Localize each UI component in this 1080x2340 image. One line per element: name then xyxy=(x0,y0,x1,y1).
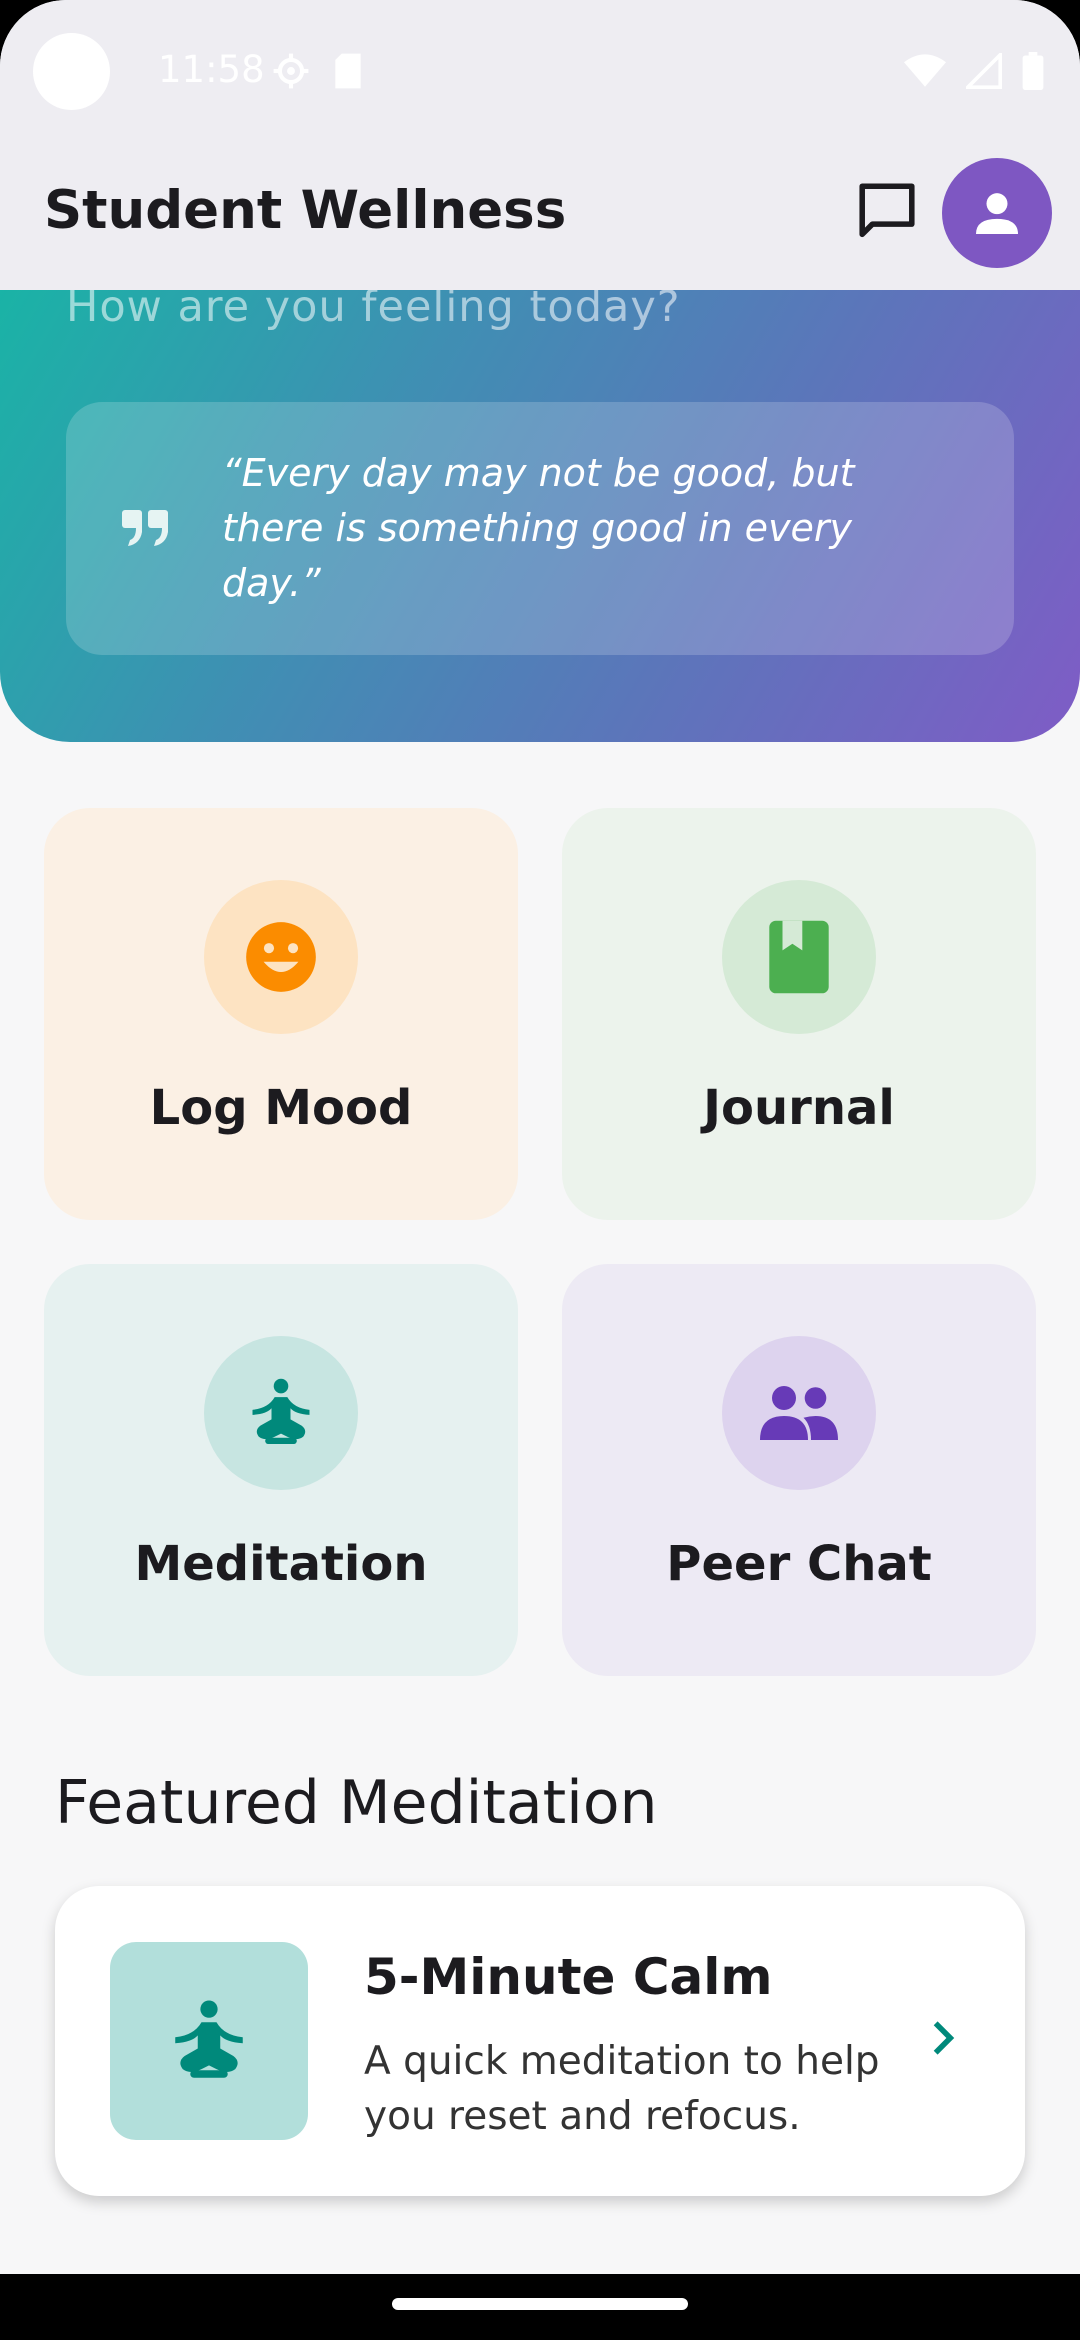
camera-cutout xyxy=(33,33,110,110)
log-mood-card[interactable]: Log Mood xyxy=(44,808,518,1220)
status-time: 11:58 xyxy=(158,48,265,91)
battery-icon xyxy=(1022,52,1044,90)
wifi-icon xyxy=(904,54,946,87)
settings-icon xyxy=(273,53,309,89)
smile-icon xyxy=(246,922,316,992)
meditation-icon xyxy=(175,2000,243,2078)
journal-icon-circle xyxy=(722,880,876,1034)
person-icon xyxy=(976,193,1018,234)
top-app-bar: Student Wellness xyxy=(0,142,1080,290)
featured-section-title: Featured Meditation xyxy=(55,1768,658,1838)
featured-thumbnail xyxy=(110,1942,308,2140)
sd-card-icon xyxy=(335,53,361,89)
hero-greeting: How are you feeling today? xyxy=(66,290,681,332)
meditation-icon xyxy=(252,1378,310,1445)
meditation-label: Meditation xyxy=(134,1536,428,1592)
messages-button[interactable] xyxy=(852,176,922,246)
book-icon xyxy=(769,920,829,994)
hero-banner: How are you feeling today? “Every day ma… xyxy=(0,290,1080,742)
journal-label: Journal xyxy=(703,1080,895,1136)
featured-meditation-card[interactable]: 5-Minute Calm A quick meditation to help… xyxy=(55,1886,1025,2196)
people-icon xyxy=(760,1386,838,1440)
quote-icon xyxy=(122,510,168,546)
meditation-card[interactable]: Meditation xyxy=(44,1264,518,1676)
peer-chat-card[interactable]: Peer Chat xyxy=(562,1264,1036,1676)
chevron-right-icon[interactable] xyxy=(921,2016,965,2060)
log-mood-label: Log Mood xyxy=(149,1080,413,1136)
signal-icon xyxy=(966,53,1002,89)
status-bar: 11:58 xyxy=(0,0,1080,142)
journal-card[interactable]: Journal xyxy=(562,808,1036,1220)
log-mood-icon-circle xyxy=(204,880,358,1034)
peer-chat-icon-circle xyxy=(722,1336,876,1490)
chat-icon xyxy=(859,183,915,238)
quote-text: “Every day may not be good, but there is… xyxy=(222,451,855,605)
home-gesture-handle[interactable] xyxy=(392,2298,688,2310)
app-title: Student Wellness xyxy=(44,180,567,241)
featured-meditation-name: 5-Minute Calm xyxy=(364,1948,773,2006)
peer-chat-label: Peer Chat xyxy=(666,1536,932,1592)
app-screen: 11:58 Student Wellness How are you feeli… xyxy=(0,0,1080,2340)
featured-meditation-description: A quick meditation to help you reset and… xyxy=(364,2039,880,2139)
quote-card: “Every day may not be good, but there is… xyxy=(66,402,1014,655)
profile-avatar-button[interactable] xyxy=(942,158,1052,268)
meditation-icon-circle xyxy=(204,1336,358,1490)
